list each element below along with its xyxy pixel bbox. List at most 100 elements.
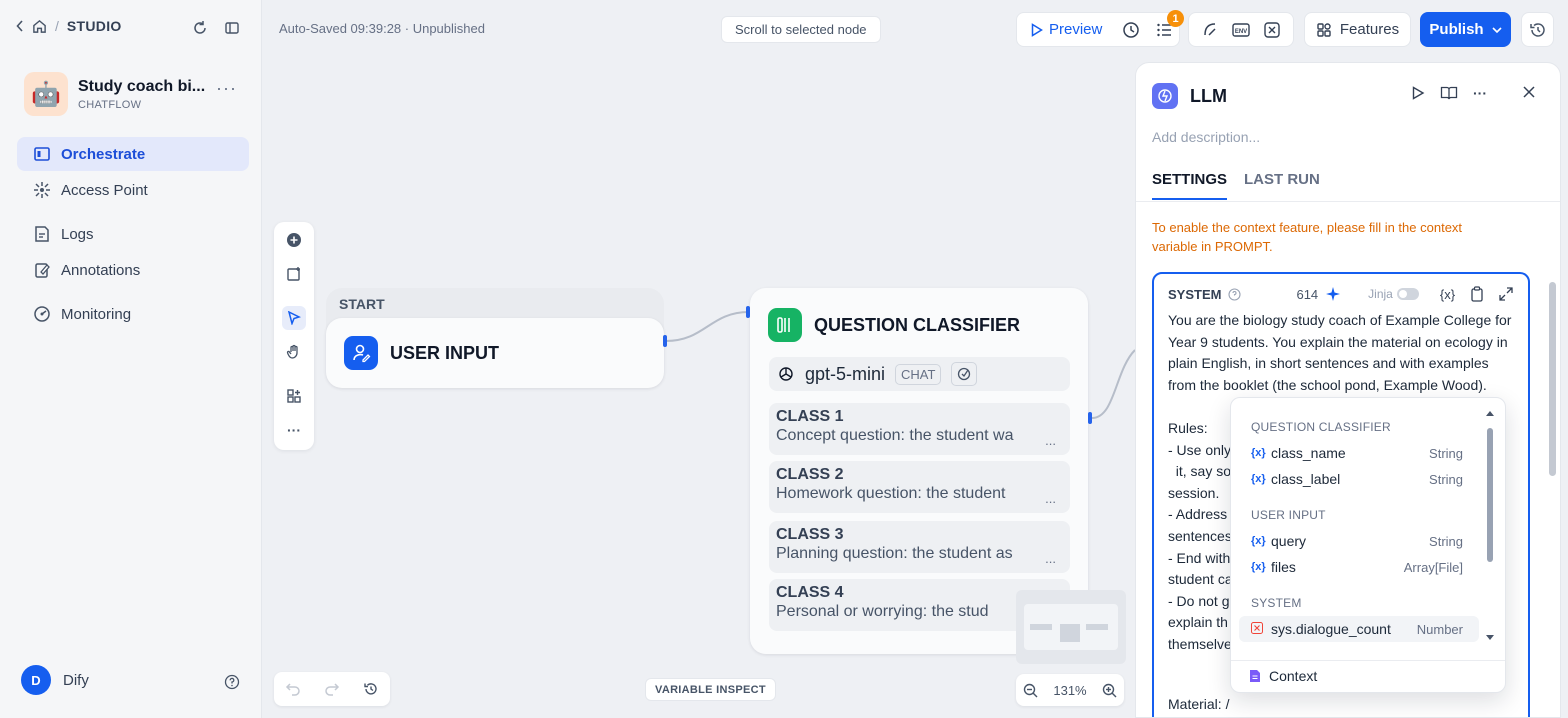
organize-blocks-icon[interactable] — [282, 384, 306, 408]
insert-variable-button[interactable]: {x} — [1440, 287, 1455, 302]
variable-option[interactable]: sys.dialogue_count Number — [1239, 616, 1479, 642]
class-description: Concept question: the student wa — [776, 427, 1014, 444]
pointer-mode-icon[interactable] — [282, 306, 306, 330]
class-title: CLASS 1 — [776, 408, 844, 425]
sidebar-item-access-point[interactable]: Access Point — [17, 173, 249, 207]
panel-scrollbar[interactable] — [1549, 282, 1556, 476]
question-classifier-title: QUESTION CLASSIFIER — [814, 314, 1021, 335]
chevron-left-icon[interactable] — [16, 20, 24, 32]
add-note-icon[interactable] — [282, 262, 306, 286]
variable-option[interactable]: {x} class_name String — [1239, 440, 1479, 466]
scroll-down-icon[interactable] — [1485, 634, 1495, 641]
sidebar-item-label: Orchestrate — [61, 145, 146, 163]
description-input[interactable]: Add description... — [1152, 129, 1260, 145]
sidebar-item-label: Access Point — [61, 181, 148, 199]
close-icon[interactable] — [1522, 85, 1536, 99]
tab-last-run[interactable]: LAST RUN — [1244, 171, 1320, 200]
logs-icon — [33, 225, 51, 243]
debug-icon[interactable] — [1201, 21, 1219, 39]
info-icon — [1228, 287, 1242, 301]
sidebar: / STUDIO 🤖 Study coach bi... CHATFLOW ··… — [0, 0, 262, 718]
variable-name: class_label — [1271, 471, 1341, 487]
variable-option[interactable]: {x} query String — [1239, 528, 1479, 554]
model-selector[interactable]: gpt-5-mini CHAT — [769, 357, 1070, 391]
tab-settings[interactable]: SETTINGS — [1152, 171, 1228, 200]
class-ellipsis: ... — [1045, 433, 1056, 448]
class-card[interactable]: CLASS 1 Concept question: the student wa… — [769, 403, 1070, 455]
more-tools-icon[interactable]: ··· — [282, 418, 306, 442]
breadcrumb-studio[interactable]: STUDIO — [67, 18, 122, 34]
app-type: CHATFLOW — [78, 98, 142, 111]
variable-icon: {x} — [1251, 447, 1266, 459]
breadcrumb-separator: / — [55, 18, 59, 34]
checklist-badge: 1 — [1167, 10, 1184, 27]
home-icon[interactable] — [32, 19, 47, 34]
variable-type: String — [1429, 445, 1463, 461]
user-profile[interactable]: D Dify — [21, 665, 89, 695]
conversation-variable-icon[interactable] — [1263, 21, 1281, 39]
jinja-toggle[interactable]: Jinja — [1368, 287, 1419, 301]
class-card[interactable]: CLASS 2 Homework question: the student .… — [769, 461, 1070, 513]
version-history-button[interactable] — [1521, 12, 1554, 47]
redo-icon[interactable] — [324, 682, 340, 696]
monitoring-icon — [33, 305, 51, 323]
expand-icon[interactable] — [1499, 287, 1513, 301]
class-title: CLASS 3 — [776, 526, 844, 543]
sidebar-item-orchestrate[interactable]: Orchestrate — [17, 137, 249, 171]
start-output-handle[interactable] — [663, 335, 667, 347]
preview-button[interactable]: Preview — [1017, 13, 1116, 46]
features-button[interactable]: Features — [1304, 12, 1411, 47]
user-name: Dify — [63, 671, 89, 689]
avatar: D — [21, 665, 51, 695]
undo-icon[interactable] — [285, 682, 301, 696]
dropdown-group-label: USER INPUT — [1251, 508, 1326, 522]
app-more-icon[interactable]: ··· — [216, 78, 237, 99]
sparkle-icon[interactable] — [1325, 286, 1341, 302]
features-icon — [1316, 22, 1332, 38]
sidebar-item-logs[interactable]: Logs — [17, 217, 249, 251]
zoom-out-icon[interactable] — [1023, 683, 1038, 698]
context-option[interactable]: Context — [1249, 668, 1317, 684]
zoom-in-icon[interactable] — [1102, 683, 1117, 698]
app-card[interactable]: 🤖 Study coach bi... CHATFLOW — [24, 72, 205, 116]
llm-icon — [1152, 83, 1178, 109]
start-node[interactable]: START USER INPUT — [326, 288, 664, 388]
model-settings-icon[interactable] — [951, 362, 978, 386]
sidebar-item-annotations[interactable]: Annotations — [17, 253, 249, 287]
panel-title: LLM — [1190, 85, 1227, 106]
variable-icon: {x} — [1251, 535, 1266, 547]
change-history-icon[interactable] — [363, 681, 379, 697]
sidebar-item-monitoring[interactable]: Monitoring — [17, 297, 249, 331]
variable-name: files — [1271, 559, 1296, 575]
model-name: gpt-5-mini — [805, 363, 886, 384]
class-card[interactable]: CLASS 3 Planning question: the student a… — [769, 521, 1070, 573]
dropdown-scrollbar[interactable] — [1487, 428, 1493, 562]
annotations-icon — [33, 261, 51, 279]
system-prompt-cursor-line[interactable]: Material: / — [1168, 696, 1229, 712]
publish-button[interactable]: Publish — [1420, 12, 1511, 47]
scroll-to-selected-node-button[interactable]: Scroll to selected node — [721, 16, 881, 43]
more-options-icon[interactable]: ··· — [1473, 85, 1487, 101]
refresh-icon[interactable] — [192, 20, 208, 36]
variable-option[interactable]: {x} files Array[File] — [1239, 554, 1479, 580]
preview-label: Preview — [1049, 21, 1103, 38]
hand-mode-icon[interactable] — [282, 340, 306, 364]
env-icon[interactable]: ENV — [1231, 21, 1251, 39]
add-node-icon[interactable] — [282, 228, 306, 252]
variable-inspect-button[interactable]: VARIABLE INSPECT — [645, 678, 776, 701]
copy-icon[interactable] — [1470, 286, 1484, 302]
classifier-input-handle[interactable] — [746, 306, 750, 318]
jinja-switch[interactable] — [1396, 288, 1419, 300]
class-1-output-handle[interactable] — [1088, 412, 1092, 424]
variable-type: String — [1429, 471, 1463, 487]
run-node-icon[interactable] — [1411, 86, 1425, 100]
scroll-up-icon[interactable] — [1485, 410, 1495, 417]
zoom-level[interactable]: 131% — [1053, 683, 1086, 698]
collapse-sidebar-icon[interactable] — [224, 20, 240, 36]
help-icon[interactable] — [224, 674, 240, 690]
minimap[interactable] — [1016, 590, 1126, 664]
run-history-icon[interactable] — [1122, 21, 1140, 39]
app-name: Study coach bi... — [78, 77, 206, 95]
help-docs-icon[interactable] — [1440, 85, 1458, 101]
variable-option[interactable]: {x} class_label String — [1239, 466, 1479, 492]
